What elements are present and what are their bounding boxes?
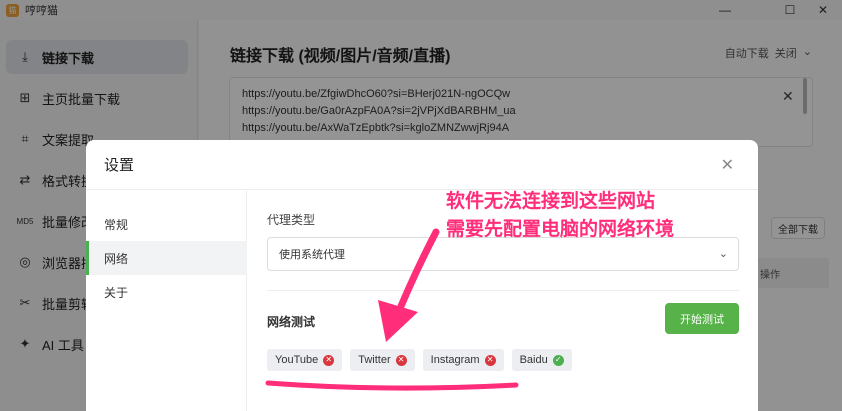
- annotation-line-1: 软件无法连接到这些网站: [446, 190, 656, 212]
- annotation-arrow: [265, 228, 519, 391]
- annotation-line-2: 需要先配置电脑的网络环境: [446, 218, 675, 240]
